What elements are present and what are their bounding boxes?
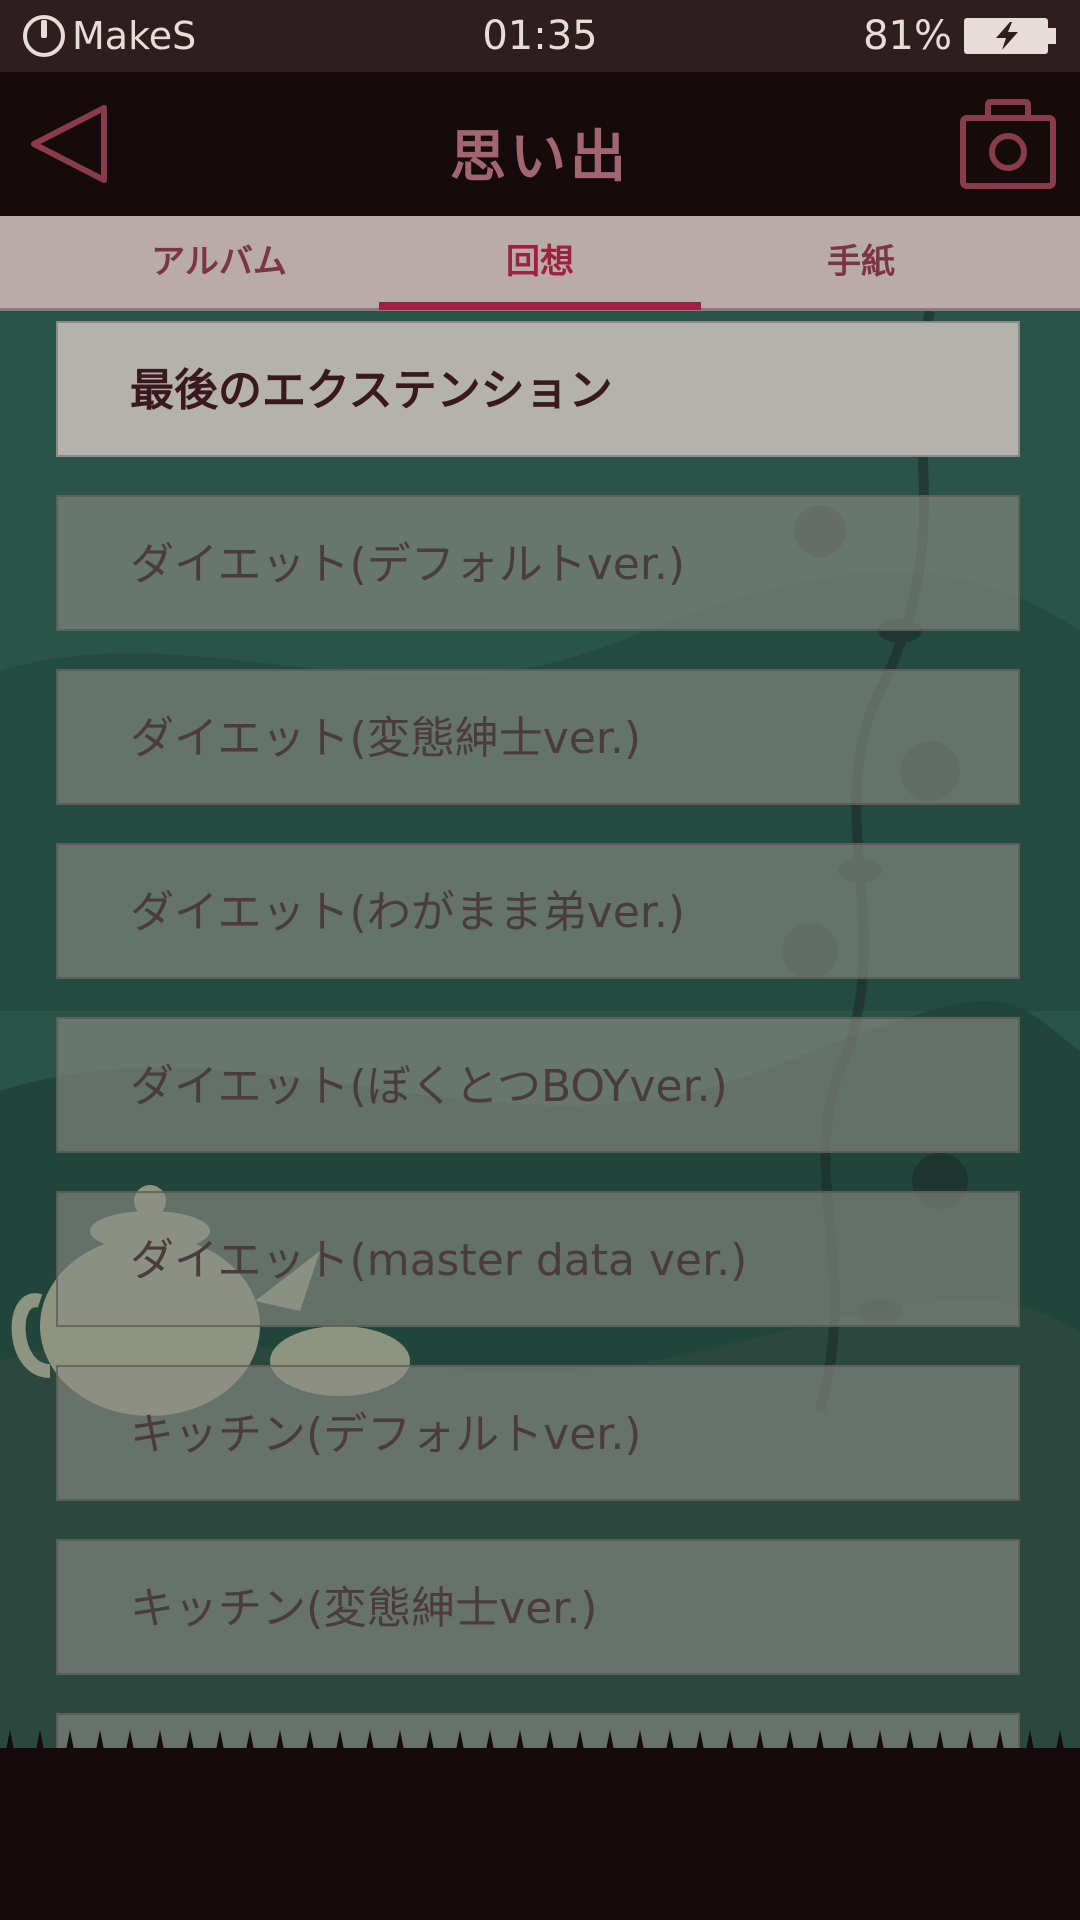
list-item-label: 最後のエクステンション: [130, 365, 613, 416]
active-tab-indicator: [379, 302, 701, 310]
tab-recollection[interactable]: 回想: [379, 216, 701, 308]
status-bar: MakeS 01:35 81%: [0, 0, 1080, 72]
tab-letters[interactable]: 手紙: [700, 216, 1022, 308]
recollection-list-area[interactable]: 最後のエクステンション ダイエット(デフォルトver.) ダイエット(変態紳士v…: [0, 311, 1080, 1776]
tab-bar: アルバム 回想 手紙: [0, 216, 1080, 311]
camera-button[interactable]: [958, 96, 1058, 192]
list-item-label: ダイエット(master data ver.): [130, 1235, 748, 1286]
list-item[interactable]: 最後のエクステンション: [56, 321, 1020, 457]
battery-percent: 81%: [863, 13, 952, 59]
list-item[interactable]: キッチン(変態紳士ver.): [56, 1539, 1020, 1675]
list-item[interactable]: キッチン(デフォルトver.): [56, 1365, 1020, 1501]
bottom-bar: [0, 1776, 1080, 1920]
list-item-label: ダイエット(ぼくとつBOYver.): [130, 1061, 728, 1112]
camera-icon: [960, 99, 1056, 189]
page-title: 思い出: [450, 125, 630, 190]
list-item[interactable]: ダイエット(ぼくとつBOYver.): [56, 1017, 1020, 1153]
list-item-label: キッチン(変態紳士ver.): [130, 1583, 598, 1634]
list-item[interactable]: ダイエット(わがまま弟ver.): [56, 843, 1020, 979]
list-item-label: ダイエット(わがまま弟ver.): [130, 887, 686, 938]
status-battery: 81%: [863, 12, 1056, 60]
list-item-label: ダイエット(変態紳士ver.): [130, 713, 642, 764]
list-item-label: キッチン(デフォルトver.): [130, 1409, 642, 1460]
list-item-label: ダイエット(デフォルトver.): [130, 539, 686, 590]
tab-album[interactable]: アルバム: [58, 216, 380, 308]
app-header: 思い出: [0, 72, 1080, 216]
list-item[interactable]: ダイエット(master data ver.): [56, 1191, 1020, 1327]
battery-charging-icon: [964, 18, 1056, 54]
spike-fence-decoration: [0, 1730, 1080, 1780]
list-item[interactable]: ダイエット(デフォルトver.): [56, 495, 1020, 631]
list-item[interactable]: ダイエット(変態紳士ver.): [56, 669, 1020, 805]
